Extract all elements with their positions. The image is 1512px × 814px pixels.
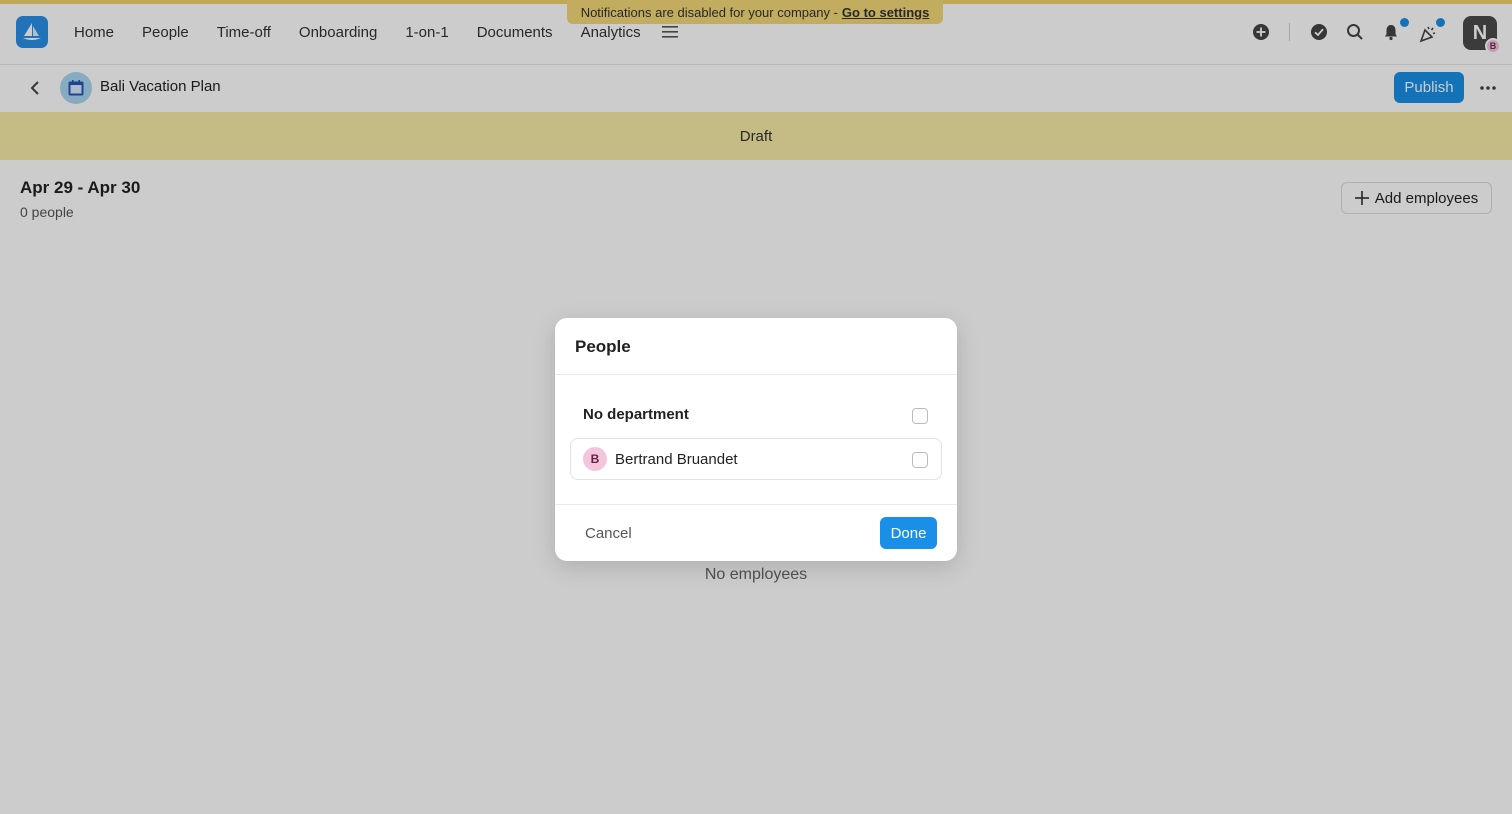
modal-title: People	[575, 337, 631, 356]
person-avatar: B	[583, 447, 607, 471]
people-modal: People No department B Bertrand Bruandet…	[555, 318, 957, 561]
done-button[interactable]: Done	[880, 517, 937, 549]
person-checkbox[interactable]	[912, 452, 928, 468]
department-checkbox[interactable]	[912, 408, 928, 424]
modal-footer-divider	[555, 504, 957, 505]
modal-divider	[555, 374, 957, 375]
department-label: No department	[583, 406, 689, 423]
person-name: Bertrand Bruandet	[615, 451, 738, 468]
person-row[interactable]: B Bertrand Bruandet	[570, 438, 942, 480]
cancel-button[interactable]: Cancel	[575, 517, 642, 549]
